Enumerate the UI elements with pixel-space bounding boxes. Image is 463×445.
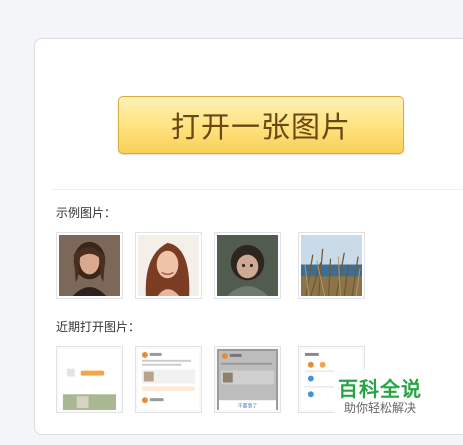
- recent-screenshot-1-image: [59, 349, 120, 410]
- seaside-grass-image: [301, 235, 362, 296]
- watermark-subtitle: 助你轻松解决: [343, 401, 416, 415]
- watermark-logo: 百科全说 助你轻松解决: [334, 370, 442, 420]
- recent-image-3[interactable]: 不要事了: [214, 346, 281, 413]
- recent-screenshot-2-image: [138, 349, 199, 410]
- open-image-button[interactable]: 打开一张图片: [118, 96, 404, 154]
- sample-image-3[interactable]: [214, 232, 281, 299]
- sample-image-1[interactable]: [56, 232, 123, 299]
- portrait-woman-2-image: [138, 235, 199, 296]
- sample-image-2[interactable]: [135, 232, 202, 299]
- recent-image-1[interactable]: [56, 346, 123, 413]
- portrait-woman-1-image: [59, 235, 120, 296]
- divider: [51, 189, 463, 190]
- recent-screenshot-3-image: 不要事了: [217, 349, 278, 410]
- portrait-child-image: [217, 235, 278, 296]
- recent-images-label: 近期打开图片：: [56, 320, 141, 334]
- recent-image-2[interactable]: [135, 346, 202, 413]
- watermark-title: 百科全说: [338, 377, 422, 401]
- sample-image-4[interactable]: [298, 232, 365, 299]
- recent-image-3-caption: 不要事了: [238, 403, 258, 410]
- sample-images-label: 示例图片：: [56, 206, 117, 220]
